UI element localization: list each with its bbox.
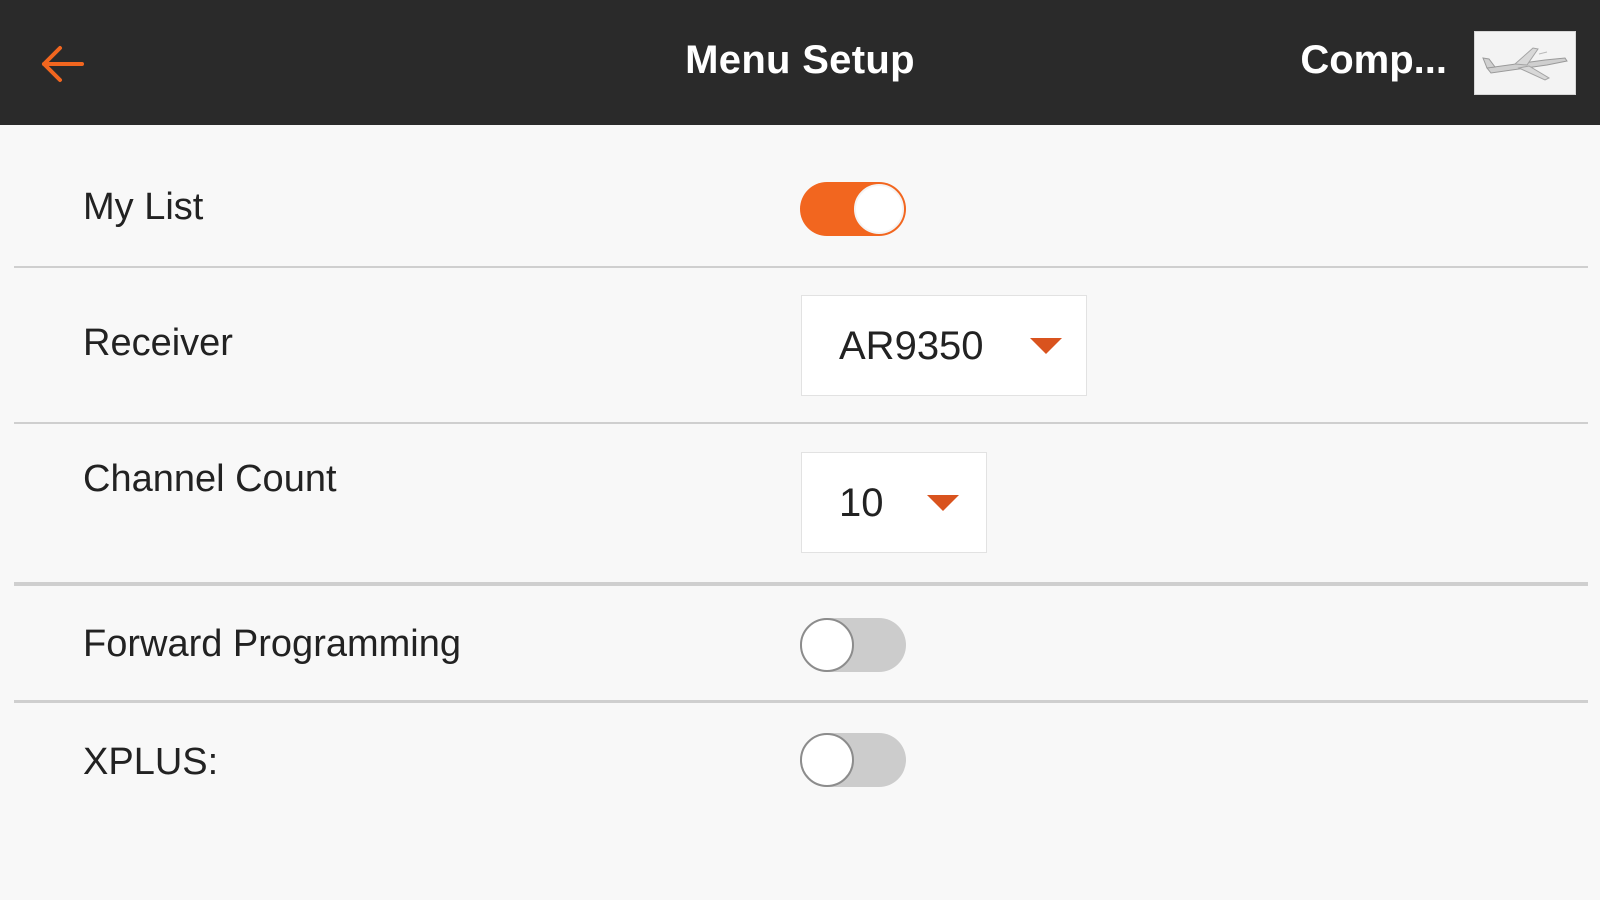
forward-programming-label: Forward Programming [83,623,461,665]
receiver-dropdown[interactable]: AR9350 [801,295,1087,396]
row-divider [14,422,1588,424]
toggle-knob [800,733,854,787]
airplane-thumbnail-icon [1475,32,1575,94]
my-list-label: My List [83,186,204,228]
toggle-knob [800,618,854,672]
xplus-toggle[interactable] [800,733,906,787]
receiver-value: AR9350 [839,324,984,368]
toggle-knob [854,184,904,234]
row-divider [14,700,1588,703]
channel-count-value: 10 [839,481,884,525]
chevron-down-icon [927,495,959,511]
receiver-label: Receiver [83,322,233,364]
model-name[interactable]: Comp... [1300,38,1447,83]
my-list-toggle[interactable] [800,182,906,236]
model-thumbnail[interactable] [1474,31,1576,95]
chevron-down-icon [1030,338,1062,354]
forward-programming-toggle[interactable] [800,618,906,672]
row-divider [14,582,1588,586]
row-divider [14,266,1588,268]
xplus-label: XPLUS: [83,741,219,783]
top-bar: Menu Setup Comp... [0,0,1600,125]
channel-count-dropdown[interactable]: 10 [801,452,987,553]
channel-count-label: Channel Count [83,458,337,500]
